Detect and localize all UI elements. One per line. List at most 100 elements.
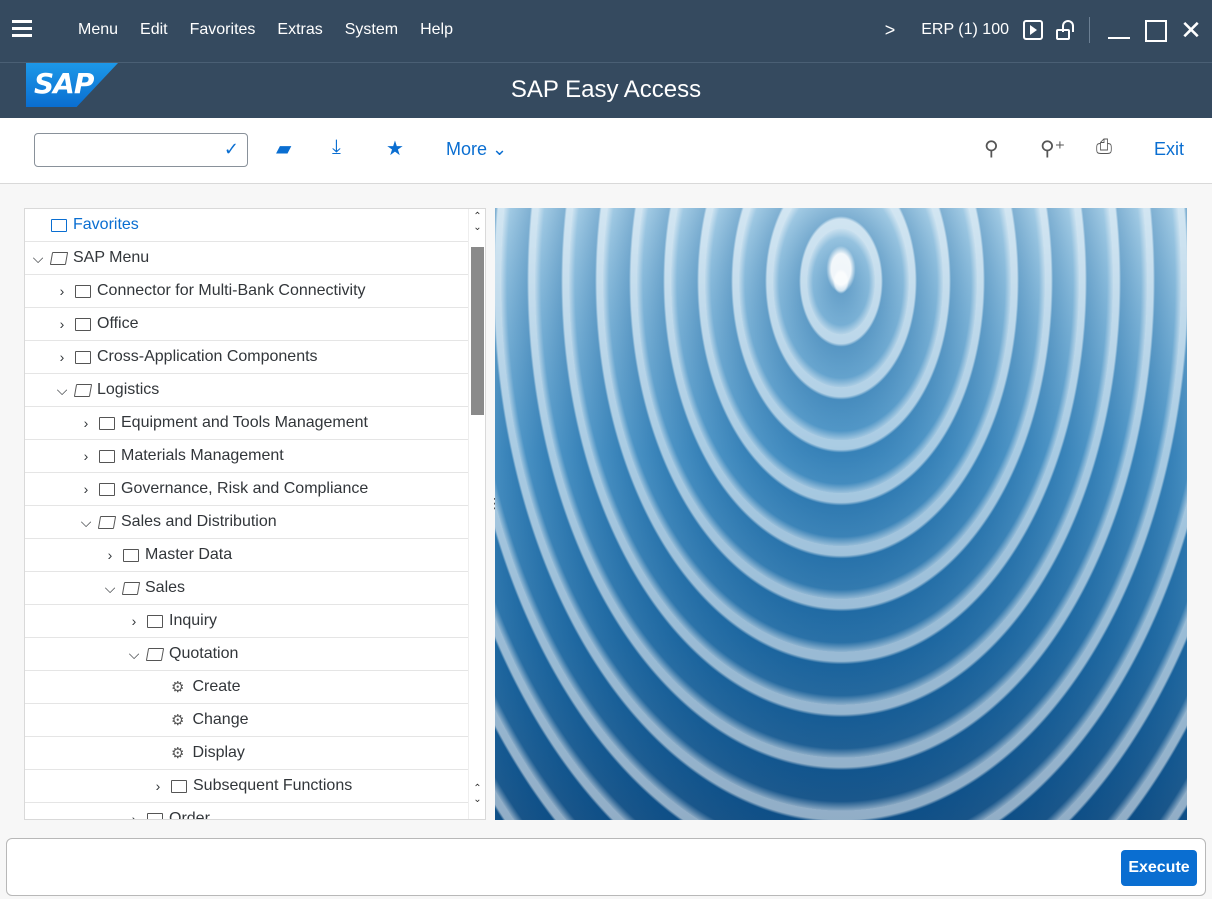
status-bar: Execute	[6, 838, 1206, 896]
exit-button[interactable]: Exit	[1154, 139, 1184, 160]
scroll-up-icon[interactable]: ⌃ ⌄	[469, 211, 485, 233]
minimize-icon[interactable]	[1106, 17, 1132, 43]
tree-node[interactable]: ⌵ Sales	[25, 572, 469, 605]
menu-item-system[interactable]: System	[345, 21, 398, 39]
menu-item-menu[interactable]: Menu	[78, 21, 118, 39]
chevron-down-icon[interactable]: ⌵	[127, 646, 141, 663]
maximize-icon[interactable]	[1142, 17, 1168, 43]
chevron-right-icon[interactable]: ›	[55, 283, 69, 299]
folder-open-icon	[49, 251, 69, 265]
chevron-right-icon[interactable]: ›	[55, 316, 69, 332]
easy-access-image	[495, 208, 1187, 820]
more-button[interactable]: More ⌄	[446, 139, 507, 160]
chevron-down-icon[interactable]: ⌵	[31, 250, 45, 267]
folder-open-icon	[145, 647, 165, 661]
folder-icon	[99, 449, 115, 463]
chevron-down-icon[interactable]: ⌵	[79, 514, 93, 531]
user-menu-icon[interactable]: ▰	[276, 136, 291, 161]
tree-node[interactable]: › Order	[25, 803, 469, 819]
tree-node[interactable]: › Inquiry	[25, 605, 469, 638]
tree-node[interactable]: › Office	[25, 308, 469, 341]
tree-node[interactable]: ⚙ Display	[25, 737, 469, 770]
download-icon[interactable]: ⤓	[332, 136, 341, 159]
unlock-icon[interactable]	[1055, 19, 1075, 41]
execute-button[interactable]: Execute	[1121, 850, 1197, 886]
folder-icon	[99, 416, 115, 430]
chevron-right-icon[interactable]: ›	[151, 778, 165, 794]
close-icon[interactable]: ✕	[1178, 17, 1204, 43]
tree-node-label: Subsequent Functions	[193, 777, 353, 794]
search-icon[interactable]: ⚲	[984, 136, 999, 161]
tree-node-label: Equipment and Tools Management	[121, 414, 368, 431]
chevron-right-icon[interactable]: ›	[79, 481, 93, 497]
tree-node-label: Office	[97, 315, 139, 332]
system-info: > ERP (1) 100 ✕	[885, 14, 1212, 46]
tree-node[interactable]: ⌵ Quotation	[25, 638, 469, 671]
tree-node[interactable]: › Master Data	[25, 539, 469, 572]
folder-open-icon	[97, 515, 117, 529]
chevron-right-icon[interactable]: ›	[127, 613, 141, 629]
tree-node[interactable]: Favorites	[25, 209, 469, 242]
chevron-down-icon[interactable]: ⌵	[103, 580, 117, 597]
tree-node-label: Change	[192, 711, 249, 728]
tree-node[interactable]: ⚙ Create	[25, 671, 469, 704]
command-field[interactable]: ✓	[34, 133, 248, 167]
scroll-down-icon[interactable]: ⌃ ⌄	[469, 783, 485, 805]
search-next-icon[interactable]: ⚲⁺	[1040, 136, 1065, 161]
page-title: SAP Easy Access	[510, 76, 702, 103]
chevron-down-icon: ⌄	[492, 139, 508, 159]
play-icon[interactable]	[1023, 20, 1043, 40]
check-icon[interactable]: ✓	[224, 139, 239, 160]
menu-items: Menu Edit Favorites Extras System Help	[78, 21, 475, 39]
chevron-down-icon[interactable]: ⌵	[55, 382, 69, 399]
transaction-icon: ⚙	[171, 712, 185, 729]
title-bar: SAP SAP Easy Access	[0, 62, 1212, 118]
folder-icon	[75, 284, 91, 298]
menu-item-favorites[interactable]: Favorites	[190, 21, 256, 39]
tree-node-label: Display	[192, 744, 245, 761]
tree-node[interactable]: › Connector for Multi-Bank Connectivity	[25, 275, 469, 308]
folder-icon	[75, 317, 91, 331]
add-favorite-icon[interactable]: ★	[386, 136, 404, 161]
menu-item-extras[interactable]: Extras	[277, 21, 322, 39]
folder-icon	[147, 614, 163, 628]
system-label: ERP (1) 100	[921, 21, 1009, 38]
tree-node[interactable]: ⌵ Logistics	[25, 374, 469, 407]
chevron-right-icon[interactable]: >	[885, 20, 896, 41]
tree-node-label: Connector for Multi-Bank Connectivity	[97, 282, 366, 299]
tree-node-label: Favorites	[73, 216, 139, 233]
folder-icon	[123, 548, 139, 562]
menu-item-edit[interactable]: Edit	[140, 21, 168, 39]
tree-node[interactable]: ⌵ Sales and Distribution	[25, 506, 469, 539]
transaction-icon: ⚙	[171, 745, 185, 762]
tree-node[interactable]: › Materials Management	[25, 440, 469, 473]
chevron-right-icon[interactable]: ›	[79, 448, 93, 464]
menu-item-help[interactable]: Help	[420, 21, 453, 39]
chevron-right-icon[interactable]: ›	[55, 349, 69, 365]
folder-icon	[99, 482, 115, 496]
hamburger-menu-icon[interactable]	[12, 20, 32, 38]
vertical-scrollbar[interactable]: ⌃ ⌄ ⌃ ⌄	[468, 209, 485, 819]
chevron-right-icon[interactable]: ›	[103, 547, 117, 563]
folder-icon	[171, 779, 187, 793]
tree-node[interactable]: ⌵ SAP Menu	[25, 242, 469, 275]
tree-node[interactable]: › Governance, Risk and Compliance	[25, 473, 469, 506]
folder-icon	[51, 218, 67, 232]
tree-node[interactable]: ⚙ Change	[25, 704, 469, 737]
tree-node-label: Sales and Distribution	[121, 513, 277, 530]
tree-node[interactable]: › Subsequent Functions	[25, 770, 469, 803]
tree-node[interactable]: › Cross-Application Components	[25, 341, 469, 374]
tree-node-label: Cross-Application Components	[97, 348, 318, 365]
menu-tree: Favorites ⌵ SAP Menu › Connector for Multi-B…	[25, 209, 469, 819]
scroll-thumb[interactable]	[471, 247, 484, 415]
tree-node[interactable]: › Equipment and Tools Management	[25, 407, 469, 440]
tree-node-label: Create	[192, 678, 241, 695]
print-icon[interactable]: ⎙	[1096, 136, 1112, 159]
tree-node-label: Master Data	[145, 546, 233, 563]
chevron-right-icon[interactable]: ›	[127, 811, 141, 819]
chevron-right-icon[interactable]: ›	[79, 415, 93, 431]
tree-node-label: Sales	[145, 579, 186, 596]
tree-node-label: Logistics	[97, 381, 160, 398]
tree-node-label: Inquiry	[169, 612, 218, 629]
folder-icon	[147, 812, 163, 819]
